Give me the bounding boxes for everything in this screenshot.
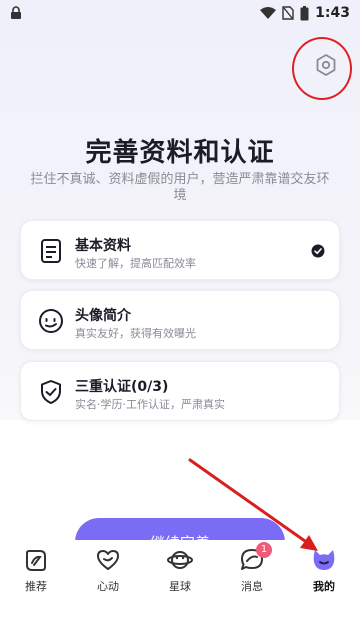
unread-badge: 1 (256, 542, 272, 558)
tab-label: 心动 (97, 580, 119, 593)
page-title: 完善资料和认证 (85, 138, 275, 168)
check-circle-icon (311, 244, 325, 258)
heart-icon (97, 550, 119, 570)
tab-planet[interactable]: 星球 (144, 540, 216, 600)
battery-icon (300, 5, 309, 20)
shield-check-icon (41, 380, 61, 404)
status-time: 1:43 (315, 5, 350, 21)
tab-messages[interactable]: 1 消息 (216, 540, 288, 600)
planet-icon (167, 551, 193, 569)
tab-label: 我的 (313, 580, 335, 593)
annotation-circle (292, 37, 352, 100)
bottom-tab-bar: 推荐 心动 星球 1 消息 我的 (0, 540, 360, 640)
card-triple-verification[interactable]: 三重认证(0/3) 实名·学历·工作认证，严肃真实 (20, 361, 340, 421)
status-bar: 1:43 (0, 0, 360, 26)
tab-label: 推荐 (25, 580, 47, 593)
tab-recommend[interactable]: 推荐 (0, 540, 72, 600)
tab-mine[interactable]: 我的 (288, 540, 360, 600)
recommend-icon (26, 550, 46, 571)
sim-icon (282, 6, 294, 20)
profile-cat-icon (313, 550, 335, 570)
tab-heartbeat[interactable]: 心动 (72, 540, 144, 600)
card-desc: 快速了解，提高匹配效率 (75, 257, 196, 270)
document-icon (41, 239, 61, 263)
face-icon (39, 309, 63, 333)
card-title: 三重认证(0/3) (75, 379, 169, 395)
tab-label: 消息 (241, 580, 263, 593)
card-title: 基本资料 (75, 238, 131, 254)
card-basic-info[interactable]: 基本资料 快速了解，提高匹配效率 (20, 220, 340, 280)
tab-label: 星球 (169, 580, 191, 593)
card-avatar-intro[interactable]: 头像简介 真实友好，获得有效曝光 (20, 290, 340, 350)
card-title: 头像简介 (75, 308, 131, 324)
page-subtitle: 拦住不真诚、资料虚假的用户，营造严肃靠谱交友环境 (30, 172, 330, 203)
card-desc: 真实友好，获得有效曝光 (75, 327, 196, 340)
wifi-icon (260, 7, 277, 19)
lock-icon (11, 6, 21, 19)
card-desc: 实名·学历·工作认证，严肃真实 (75, 398, 225, 411)
